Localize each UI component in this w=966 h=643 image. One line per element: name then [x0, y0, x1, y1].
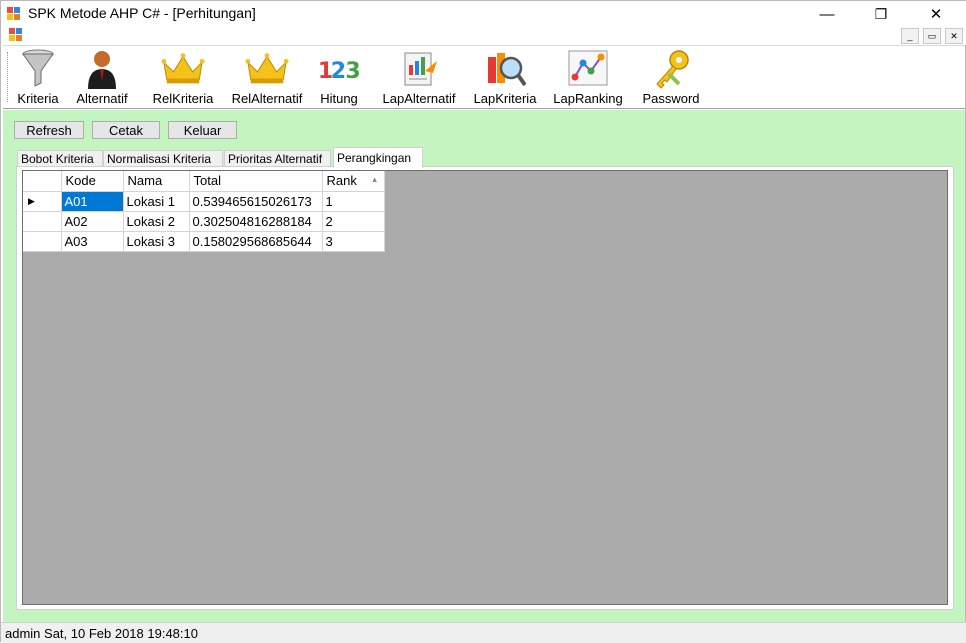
table-cell[interactable]: Lokasi 2 [123, 211, 190, 232]
status-bar: admin Sat, 10 Feb 2018 19:48:10 [1, 622, 966, 643]
funnel-icon [22, 49, 54, 87]
app-window: SPK Metode AHP C# - [Perhitungan] — ❐ ✕ … [0, 0, 966, 643]
toolbar-lapranking-button[interactable]: LapRanking [549, 48, 627, 108]
report-chart-icon [404, 52, 437, 86]
toolbar-password-button[interactable]: Password [639, 48, 703, 108]
toolbar-relkriteria-button[interactable]: RelKriteria [147, 48, 219, 108]
toolbar-hitung-button[interactable]: 1 2 3 Hitung [314, 48, 364, 108]
crown-icon [245, 53, 289, 84]
toolbar-separator [370, 52, 371, 104]
main-toolbar: Kriteria Alternatif RelKriteria RelAlter… [3, 45, 965, 109]
row-header-corner[interactable] [23, 171, 62, 192]
svg-text:2: 2 [331, 59, 346, 84]
table-cell[interactable]: A03 [61, 231, 124, 252]
toolbar-label: LapKriteria [473, 91, 537, 106]
toolbar-label: Hitung [320, 91, 358, 106]
toolbar-label: LapRanking [553, 91, 623, 106]
table-row[interactable]: A03 Lokasi 3 0.158029568685644 3 [23, 231, 385, 252]
table-cell[interactable]: 0.158029568685644 [189, 231, 323, 252]
table-cell[interactable]: A02 [61, 211, 124, 232]
keys-icon [656, 50, 689, 89]
refresh-button[interactable]: Refresh [14, 121, 84, 139]
current-row-indicator-icon[interactable]: ▶ [23, 191, 62, 212]
magnifier-report-icon [488, 53, 526, 87]
toolbar-separator [634, 52, 635, 104]
minimize-button[interactable]: — [804, 1, 850, 27]
toolbar-label: Alternatif [76, 91, 128, 106]
toolbar-label: RelAlternatif [231, 91, 303, 106]
toolbar-label: RelKriteria [152, 91, 214, 106]
toolbar-grip[interactable] [7, 52, 10, 102]
column-header-rank[interactable]: Rank ▲ [322, 171, 385, 192]
toolbar-label: LapAlternatif [382, 91, 456, 106]
toolbar-label: Kriteria [17, 91, 59, 106]
table-cell[interactable]: 1 [322, 191, 385, 212]
toolbar-kriteria-button[interactable]: Kriteria [13, 48, 63, 108]
network-chart-icon [568, 50, 608, 86]
header-row: Kode Nama Total Rank ▲ [23, 171, 385, 192]
table-cell[interactable]: 3 [322, 231, 385, 252]
title-bar: SPK Metode AHP C# - [Perhitungan] — ❐ ✕ [1, 1, 966, 27]
column-header-kode[interactable]: Kode [61, 171, 124, 192]
table-cell[interactable]: A01 [61, 191, 124, 212]
window-title: SPK Metode AHP C# - [Perhitungan] [28, 5, 256, 21]
child-window-icon [9, 28, 22, 41]
row-header[interactable] [23, 211, 62, 232]
column-header-rank-label: Rank [326, 173, 357, 189]
toolbar-lapkriteria-button[interactable]: LapKriteria [469, 48, 541, 108]
toolbar-separator [142, 52, 143, 104]
table-cell[interactable]: 0.539465615026173 [189, 191, 323, 212]
table-row[interactable]: A02 Lokasi 2 0.302504816288184 2 [23, 211, 385, 232]
cetak-button[interactable]: Cetak [92, 121, 160, 139]
child-close-button[interactable]: ✕ [945, 28, 963, 44]
mdi-child-bar: _ ▭ ✕ [1, 27, 966, 45]
toolbar-lapalternatif-button[interactable]: LapAlternatif [376, 48, 462, 108]
crown-icon [161, 53, 205, 84]
table-cell[interactable]: Lokasi 1 [123, 191, 190, 212]
toolbar-relalternatif-button[interactable]: RelAlternatif [225, 48, 309, 108]
toolbar-alternatif-button[interactable]: Alternatif [70, 48, 134, 108]
table-row[interactable]: ▶ A01 Lokasi 1 0.539465615026173 1 [23, 191, 385, 212]
sort-ascending-icon: ▲ [370, 175, 379, 184]
toolbar-label: Password [642, 91, 700, 106]
person-icon [88, 51, 116, 89]
tab-perangkingan[interactable]: Perangkingan [333, 147, 423, 168]
row-header[interactable] [23, 231, 62, 252]
child-restore-button[interactable]: ▭ [923, 28, 941, 44]
table-cell[interactable]: 0.302504816288184 [189, 211, 323, 232]
perhitungan-form: Refresh Cetak Keluar Bobot Kriteria Norm… [3, 110, 965, 622]
keluar-button[interactable]: Keluar [168, 121, 237, 139]
svg-text:3: 3 [345, 59, 360, 84]
perangkingan-panel: Kode Nama Total Rank ▲ ▶ A01 Lokasi 1 0.… [16, 166, 954, 610]
close-button[interactable]: ✕ [913, 1, 959, 27]
tab-normalisasi-kriteria[interactable]: Normalisasi Kriteria [103, 150, 223, 167]
numbers-123-icon: 1 2 3 [318, 59, 361, 84]
app-icon [7, 7, 20, 20]
ranking-grid[interactable]: Kode Nama Total Rank ▲ ▶ A01 Lokasi 1 0.… [22, 170, 948, 605]
column-header-nama[interactable]: Nama [123, 171, 190, 192]
table-cell[interactable]: 2 [322, 211, 385, 232]
table-cell[interactable]: Lokasi 3 [123, 231, 190, 252]
tab-prioritas-alternatif[interactable]: Prioritas Alternatif [224, 150, 331, 167]
child-minimize-button[interactable]: _ [901, 28, 919, 44]
column-header-total[interactable]: Total [189, 171, 323, 192]
ranking-table: Kode Nama Total Rank ▲ ▶ A01 Lokasi 1 0.… [23, 171, 385, 252]
status-text: admin Sat, 10 Feb 2018 19:48:10 [5, 626, 198, 641]
tab-bobot-kriteria[interactable]: Bobot Kriteria [17, 150, 103, 167]
restore-button[interactable]: ❐ [858, 1, 904, 27]
